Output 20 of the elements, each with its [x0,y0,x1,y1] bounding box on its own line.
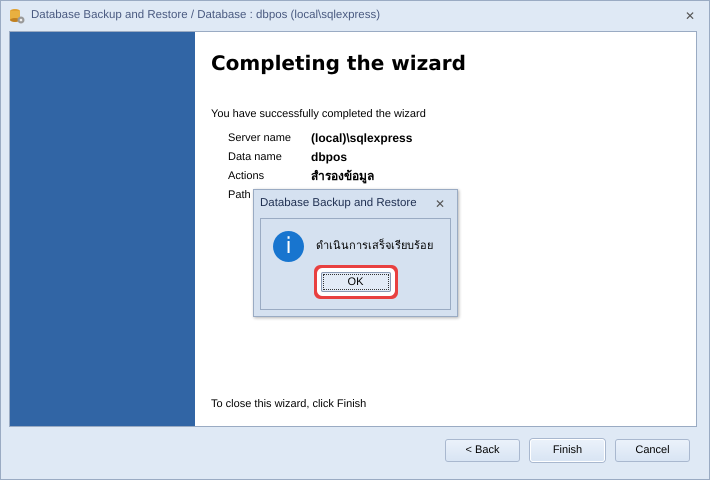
footer-note: To close this wizard, click Finish [211,396,368,412]
wizard-button[interactable]: Cancel [615,439,690,462]
info-icon: i [273,231,304,262]
close-button[interactable]: ✕ [429,195,451,213]
database-gear-icon [9,8,25,24]
detail-label: Actions [228,168,266,182]
window-title: Database Backup and Restore / Database : dbpos (local\sqlexpress) [31,8,380,24]
detail-value: (local)\sqlexpress [311,130,414,144]
close-button[interactable]: ✕ [679,7,701,25]
detail-label: Data name [228,150,283,164]
detail-value: สำรองข้อมูล [311,168,375,182]
wizard-heading: Completing the wizard [211,50,467,77]
dialog-message: ดำเนินการเสร็จเรียบร้อย [316,238,433,254]
detail-label: Server name [228,130,292,144]
detail-value: dbpos [311,150,348,164]
detail-label: Path [228,188,252,202]
wizard-button[interactable]: Finish [530,439,605,462]
dialog-title: Database Backup and Restore [260,196,417,212]
wizard-button[interactable]: < Back [445,439,520,462]
intro-text: You have successfully completed the wizard [211,107,427,122]
